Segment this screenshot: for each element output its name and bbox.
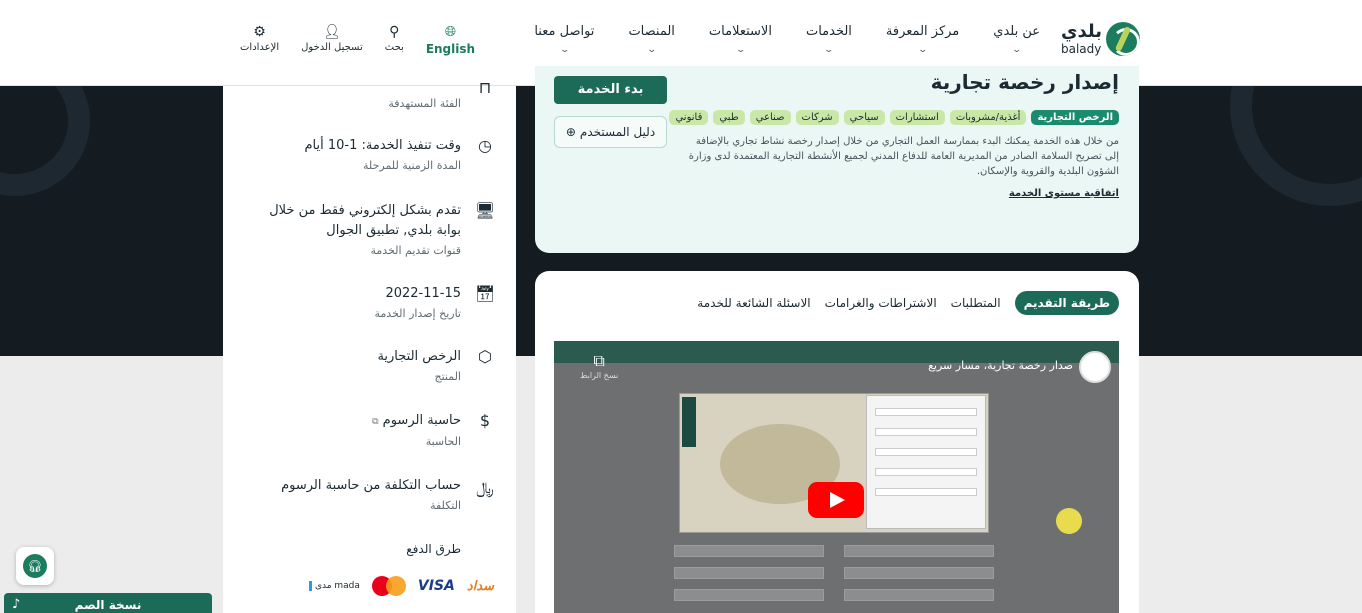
chevron-down-icon: ⌄ [823, 45, 835, 55]
mada-logo: مدى mada [308, 581, 360, 591]
video-frame-fields [674, 541, 994, 613]
login-button[interactable]: 👤︎ تسجيل الدخول [301, 24, 363, 56]
nav-contact[interactable]: تواصل معنا ⌄ [534, 24, 594, 55]
search-icon: ⚲ [389, 24, 400, 40]
monitor-icon: 🖥︎ [474, 201, 496, 220]
header-tools: ⚙ الإعدادات 👤︎ تسجيل الدخول ⚲ بحث 🌐︎ English [240, 24, 475, 56]
headphones-icon: 🎧︎ [23, 554, 47, 578]
service-card: إصدار رخصة تجارية بدء الخدمة دليل المستخ… [535, 66, 1139, 253]
fee-calculator-link[interactable]: حاسبة الرسوم ⧉ [241, 411, 461, 432]
channel-avatar[interactable] [1079, 351, 1111, 383]
language-toggle[interactable]: 🌐︎ English [426, 24, 475, 56]
visa-logo: VISA [417, 578, 455, 594]
balady-logo-icon [1106, 22, 1140, 56]
deaf-version-button[interactable]: نسخة الصم ♪ [4, 593, 212, 613]
search-button[interactable]: ⚲ بحث [385, 24, 404, 56]
chevron-down-icon: ⌄ [735, 45, 746, 55]
external-link-icon: ⧉ [372, 417, 379, 427]
settings-button[interactable]: ⚙ الإعدادات [240, 24, 279, 56]
decorative-pattern [0, 86, 90, 196]
service-info-panel: ⊓ الفئة المستهدفة ◷ وقت تنفيذ الخدمة: 1-… [223, 78, 516, 613]
copy-link-button[interactable]: ⧉ نسخ الرابط [580, 351, 618, 380]
payment-methods-title: طرق الدفع [406, 542, 461, 556]
nav-about[interactable]: عن بلدي ⌄ [993, 24, 1040, 55]
balady-logo[interactable]: بلدي balady [1061, 22, 1140, 56]
gear-icon: ⚙ [253, 24, 266, 40]
chevron-down-icon: ⌄ [917, 45, 928, 55]
service-title: إصدار رخصة تجارية [930, 70, 1119, 94]
dollar-icon: $ [479, 411, 491, 430]
tab-how-to-apply[interactable]: طريقة التقديم [1014, 291, 1119, 315]
details-tabs: طريقة التقديم المتطلبات الاشتراطات والغر… [697, 291, 1119, 315]
ear-icon: ♪ [12, 597, 21, 612]
tag: قانوني [669, 110, 709, 125]
service-tags: الرخص التجارية أغذية/مشروبات استشارات سي… [669, 110, 1119, 125]
mastercard-logo [371, 576, 406, 596]
cursor-highlight [1056, 508, 1082, 534]
tag: الرخص التجارية [1031, 110, 1119, 125]
sla-link[interactable]: اتفاقية مستوى الخدمة [1009, 188, 1119, 199]
tag: صناعي [749, 110, 791, 125]
main-nav: عن بلدي ⌄ مركز المعرفة ⌄ الخدمات ⌄ الاستعلا… [534, 24, 1040, 55]
accessibility-button[interactable]: 🎧︎ [16, 547, 54, 585]
riyal-icon: ﷼ [476, 478, 494, 497]
calendar-icon: 📅︎ [474, 284, 496, 303]
chevron-down-icon: ⌄ [1011, 45, 1022, 55]
tab-faq[interactable]: الاسئلة الشائعة للخدمة [697, 296, 810, 310]
logo-arabic: بلدي [1060, 21, 1102, 42]
service-description: من خلال هذه الخدمة يمكنك البدء بممارسة ا… [688, 136, 1119, 177]
tab-conditions[interactable]: الاشتراطات والغرامات [825, 296, 937, 310]
logo-english: balady [1060, 42, 1102, 56]
service-details-card: طريقة التقديم المتطلبات الاشتراطات والغر… [535, 271, 1139, 613]
user-icon: 👤︎ [323, 24, 341, 40]
tag: طبي [713, 110, 745, 125]
box-icon: ⬡ [478, 347, 492, 366]
nav-services[interactable]: الخدمات ⌄ [806, 24, 852, 55]
nav-knowledge-center[interactable]: مركز المعرفة ⌄ [886, 24, 959, 55]
youtube-play-button[interactable] [808, 482, 864, 518]
video-player[interactable]: صدار رخصة تجارية، مسار سريع ⧉ نسخ الرابط [554, 341, 1119, 613]
tag: شركات [795, 110, 839, 125]
globe-icon: 🌐︎ [444, 24, 457, 40]
video-frame-form [866, 395, 986, 529]
download-icon: ⊕ [565, 125, 576, 139]
payment-logos: مدى mada VISA سداد [308, 576, 494, 596]
video-frame-toolbar [682, 397, 696, 447]
copy-icon: ⧉ [593, 351, 605, 370]
users-icon: ⊓ [478, 78, 492, 97]
start-service-button[interactable]: بدء الخدمة [554, 76, 667, 104]
tag: أغذية/مشروبات [949, 110, 1027, 125]
tab-requirements[interactable]: المتطلبات [951, 296, 1001, 310]
tag: استشارات [889, 110, 945, 125]
decorative-pattern [1230, 86, 1362, 206]
nav-inquiries[interactable]: الاستعلامات ⌄ [709, 24, 772, 55]
nav-platforms[interactable]: المنصات ⌄ [628, 24, 674, 55]
chevron-down-icon: ⌄ [559, 45, 570, 55]
video-title[interactable]: صدار رخصة تجارية، مسار سريع [928, 359, 1073, 372]
sadad-logo: سداد [466, 578, 494, 594]
chevron-down-icon: ⌄ [646, 45, 657, 55]
tag: سياحي [843, 110, 885, 125]
user-guide-button[interactable]: دليل المستخدم ⊕ [554, 116, 667, 148]
clock-icon: ◷ [478, 136, 492, 155]
